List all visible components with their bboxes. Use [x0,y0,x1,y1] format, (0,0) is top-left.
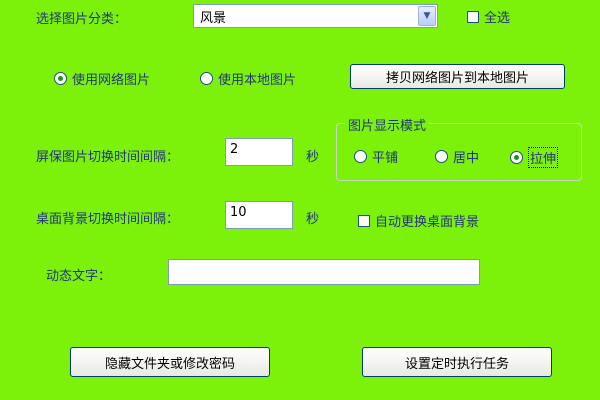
radio-tile-label: 平铺 [372,151,399,166]
category-selected-value: 风景 [200,10,227,26]
display-mode-title: 图片显示模式 [345,115,430,134]
desktop-interval-input[interactable]: 10 [225,201,293,229]
radio-dot-icon[interactable] [435,150,448,163]
radio-network-label: 使用网络图片 [72,73,151,88]
radio-tile[interactable]: 平铺 [354,147,398,166]
screensaver-interval-label: 屏保图片切换时间间隔： [36,150,180,165]
radio-local-label: 使用本地图片 [218,73,297,88]
select-all-check-box[interactable] [467,10,479,23]
dynamic-text-input[interactable] [168,259,480,285]
radio-use-local-images[interactable]: 使用本地图片 [200,69,296,88]
chevron-down-icon[interactable]: ▼ [418,6,436,26]
hide-folder-button[interactable]: 隐藏文件夹或修改密码 [70,347,270,377]
screensaver-unit-label: 秒 [306,150,320,165]
dynamic-text-label: 动态文字： [46,269,112,284]
auto-change-check-box[interactable] [358,214,370,227]
select-all-label: 全选 [484,11,511,26]
radio-dot-icon[interactable] [354,150,367,163]
radio-dot-icon[interactable] [510,151,523,164]
radio-use-network-images[interactable]: 使用网络图片 [54,69,150,88]
category-label: 选择图片分类： [36,12,128,27]
copy-network-images-button[interactable]: 拷贝网络图片到本地图片 [350,64,565,89]
radio-stretch-label: 拉伸 [528,147,559,168]
auto-change-label: 自动更换桌面背景 [375,215,480,230]
desktop-interval-label: 桌面背景切换时间间隔： [36,212,180,227]
radio-dot-icon[interactable] [54,72,67,85]
radio-dot-icon[interactable] [200,72,213,85]
radio-center-label: 居中 [453,151,480,166]
auto-change-desktop-checkbox[interactable]: 自动更换桌面背景 [358,211,479,230]
select-all-checkbox[interactable]: 全选 [467,7,510,26]
radio-center[interactable]: 居中 [435,147,479,166]
radio-stretch[interactable]: 拉伸 [510,147,559,168]
desktop-unit-label: 秒 [306,212,320,227]
schedule-task-button[interactable]: 设置定时执行任务 [362,347,552,377]
category-dropdown[interactable]: 风景 ▼ [193,4,438,28]
screensaver-interval-input[interactable]: 2 [225,138,293,166]
